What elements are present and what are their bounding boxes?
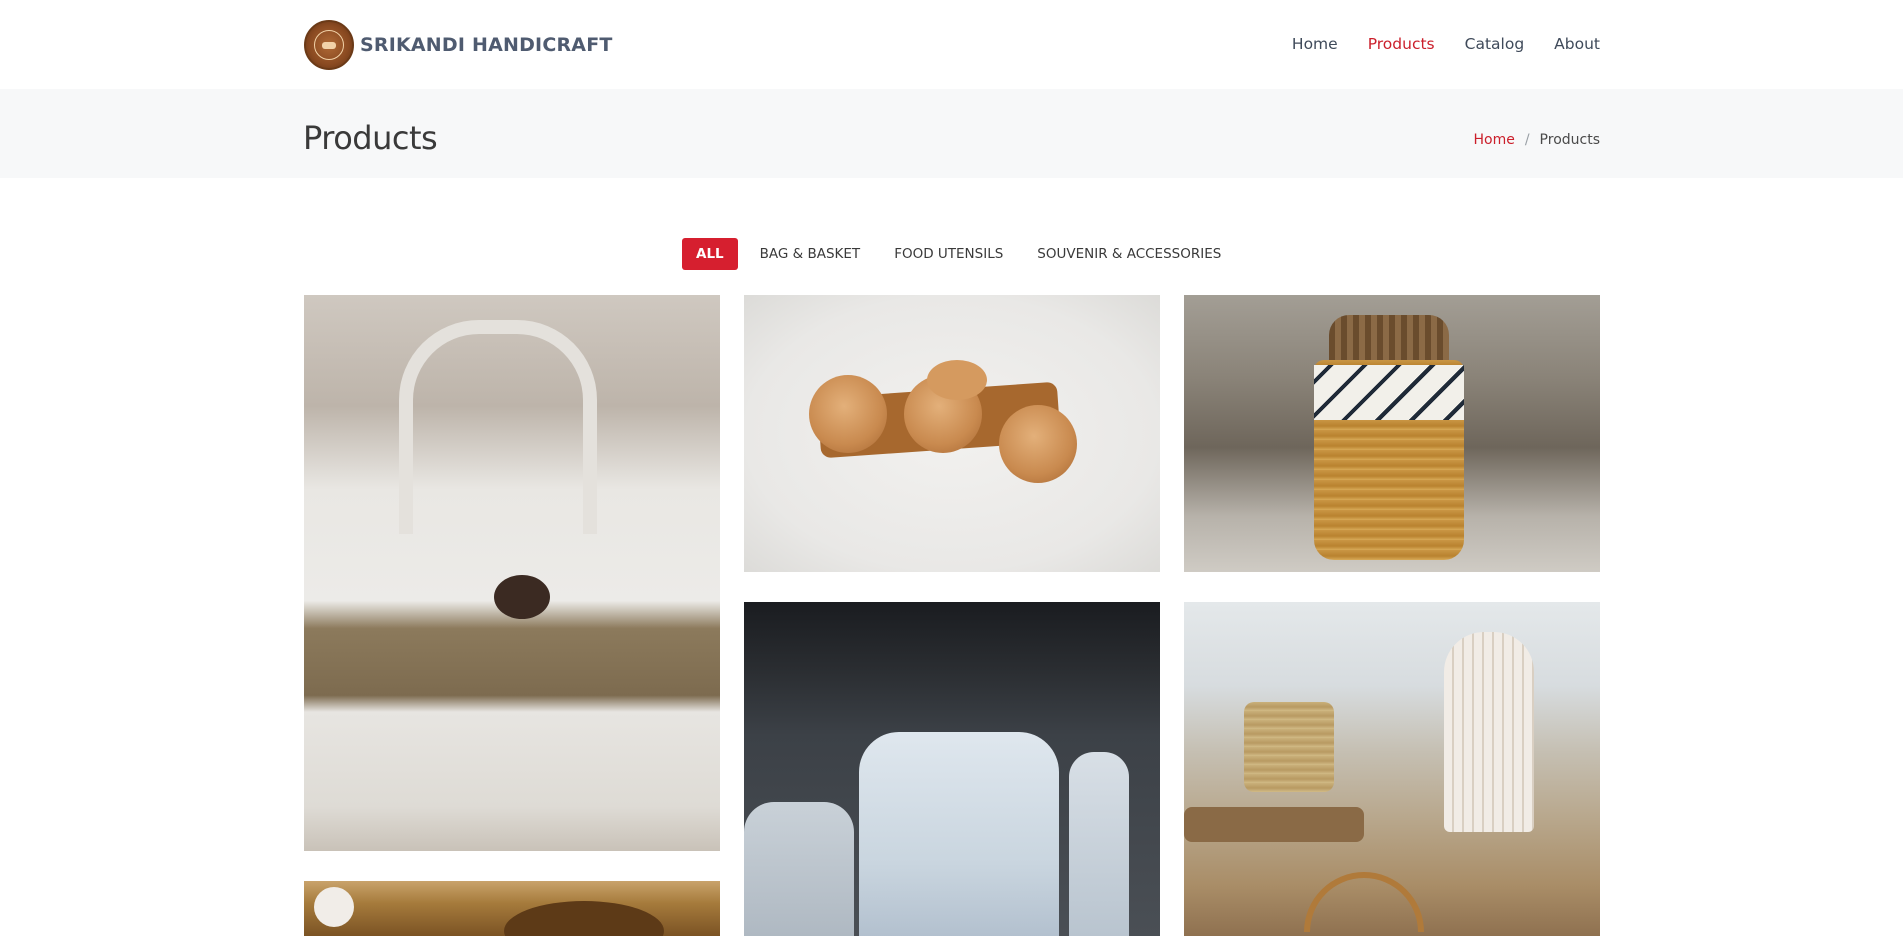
- product-image-wood: [744, 602, 1160, 936]
- basket-stack-shape: [1244, 702, 1334, 792]
- filter-souvenir-accessories[interactable]: SOUVENIR & ACCESSORIES: [1025, 238, 1233, 270]
- filter-food-utensils[interactable]: FOOD UTENSILS: [882, 238, 1015, 270]
- product-filters: ALL BAG & BASKET FOOD UTENSILS SOUVENIR …: [682, 238, 1243, 270]
- product-image-basket: [1184, 295, 1600, 572]
- basket-band-shape: [1314, 365, 1464, 420]
- product-image-bag: [304, 295, 720, 851]
- product-item-4[interactable]: [744, 602, 1160, 936]
- nav-catalog[interactable]: Catalog: [1465, 30, 1525, 58]
- product-item-3[interactable]: [1184, 295, 1600, 572]
- nav-home[interactable]: Home: [1292, 30, 1338, 58]
- page-title-band: Products Home / Products: [0, 89, 1903, 178]
- wood-block-shape: [744, 802, 854, 936]
- product-item-6[interactable]: [304, 881, 720, 936]
- lid-shape: [927, 360, 987, 400]
- breadcrumb-home[interactable]: Home: [1473, 132, 1514, 148]
- filter-bag-basket[interactable]: BAG & BASKET: [748, 238, 873, 270]
- brand-link[interactable]: SRIKANDI HANDICRAFT: [304, 19, 613, 71]
- breadcrumb: Home / Products: [1473, 132, 1600, 148]
- lantern-shape: [1444, 632, 1534, 832]
- page-title: Products: [303, 119, 438, 157]
- breadcrumb-separator: /: [1524, 132, 1530, 148]
- site-header: SRIKANDI HANDICRAFT Home Products Catalo…: [0, 0, 1903, 89]
- filter-all[interactable]: ALL: [682, 238, 738, 270]
- nav-products[interactable]: Products: [1368, 30, 1435, 58]
- srikandi-logo-icon: [304, 20, 354, 70]
- breadcrumb-current: Products: [1539, 132, 1600, 148]
- product-item-1[interactable]: [304, 295, 720, 851]
- main-nav: Home Products Catalog About: [1262, 30, 1600, 58]
- bowl-shape: [809, 375, 887, 453]
- product-item-2[interactable]: [744, 295, 1160, 572]
- wood-block-shape: [859, 732, 1059, 936]
- basket-handle-shape: [1304, 872, 1424, 932]
- table-shape: [1184, 807, 1364, 842]
- product-image-bowls: [744, 295, 1160, 572]
- product-item-5[interactable]: [1184, 602, 1600, 936]
- bowl-shape: [999, 405, 1077, 483]
- brand-name: SRIKANDI HANDICRAFT: [360, 34, 613, 56]
- wood-block-shape: [1069, 752, 1129, 936]
- nav-about[interactable]: About: [1554, 30, 1600, 58]
- product-image-shop: [1184, 602, 1600, 936]
- product-image-partial: [304, 881, 720, 936]
